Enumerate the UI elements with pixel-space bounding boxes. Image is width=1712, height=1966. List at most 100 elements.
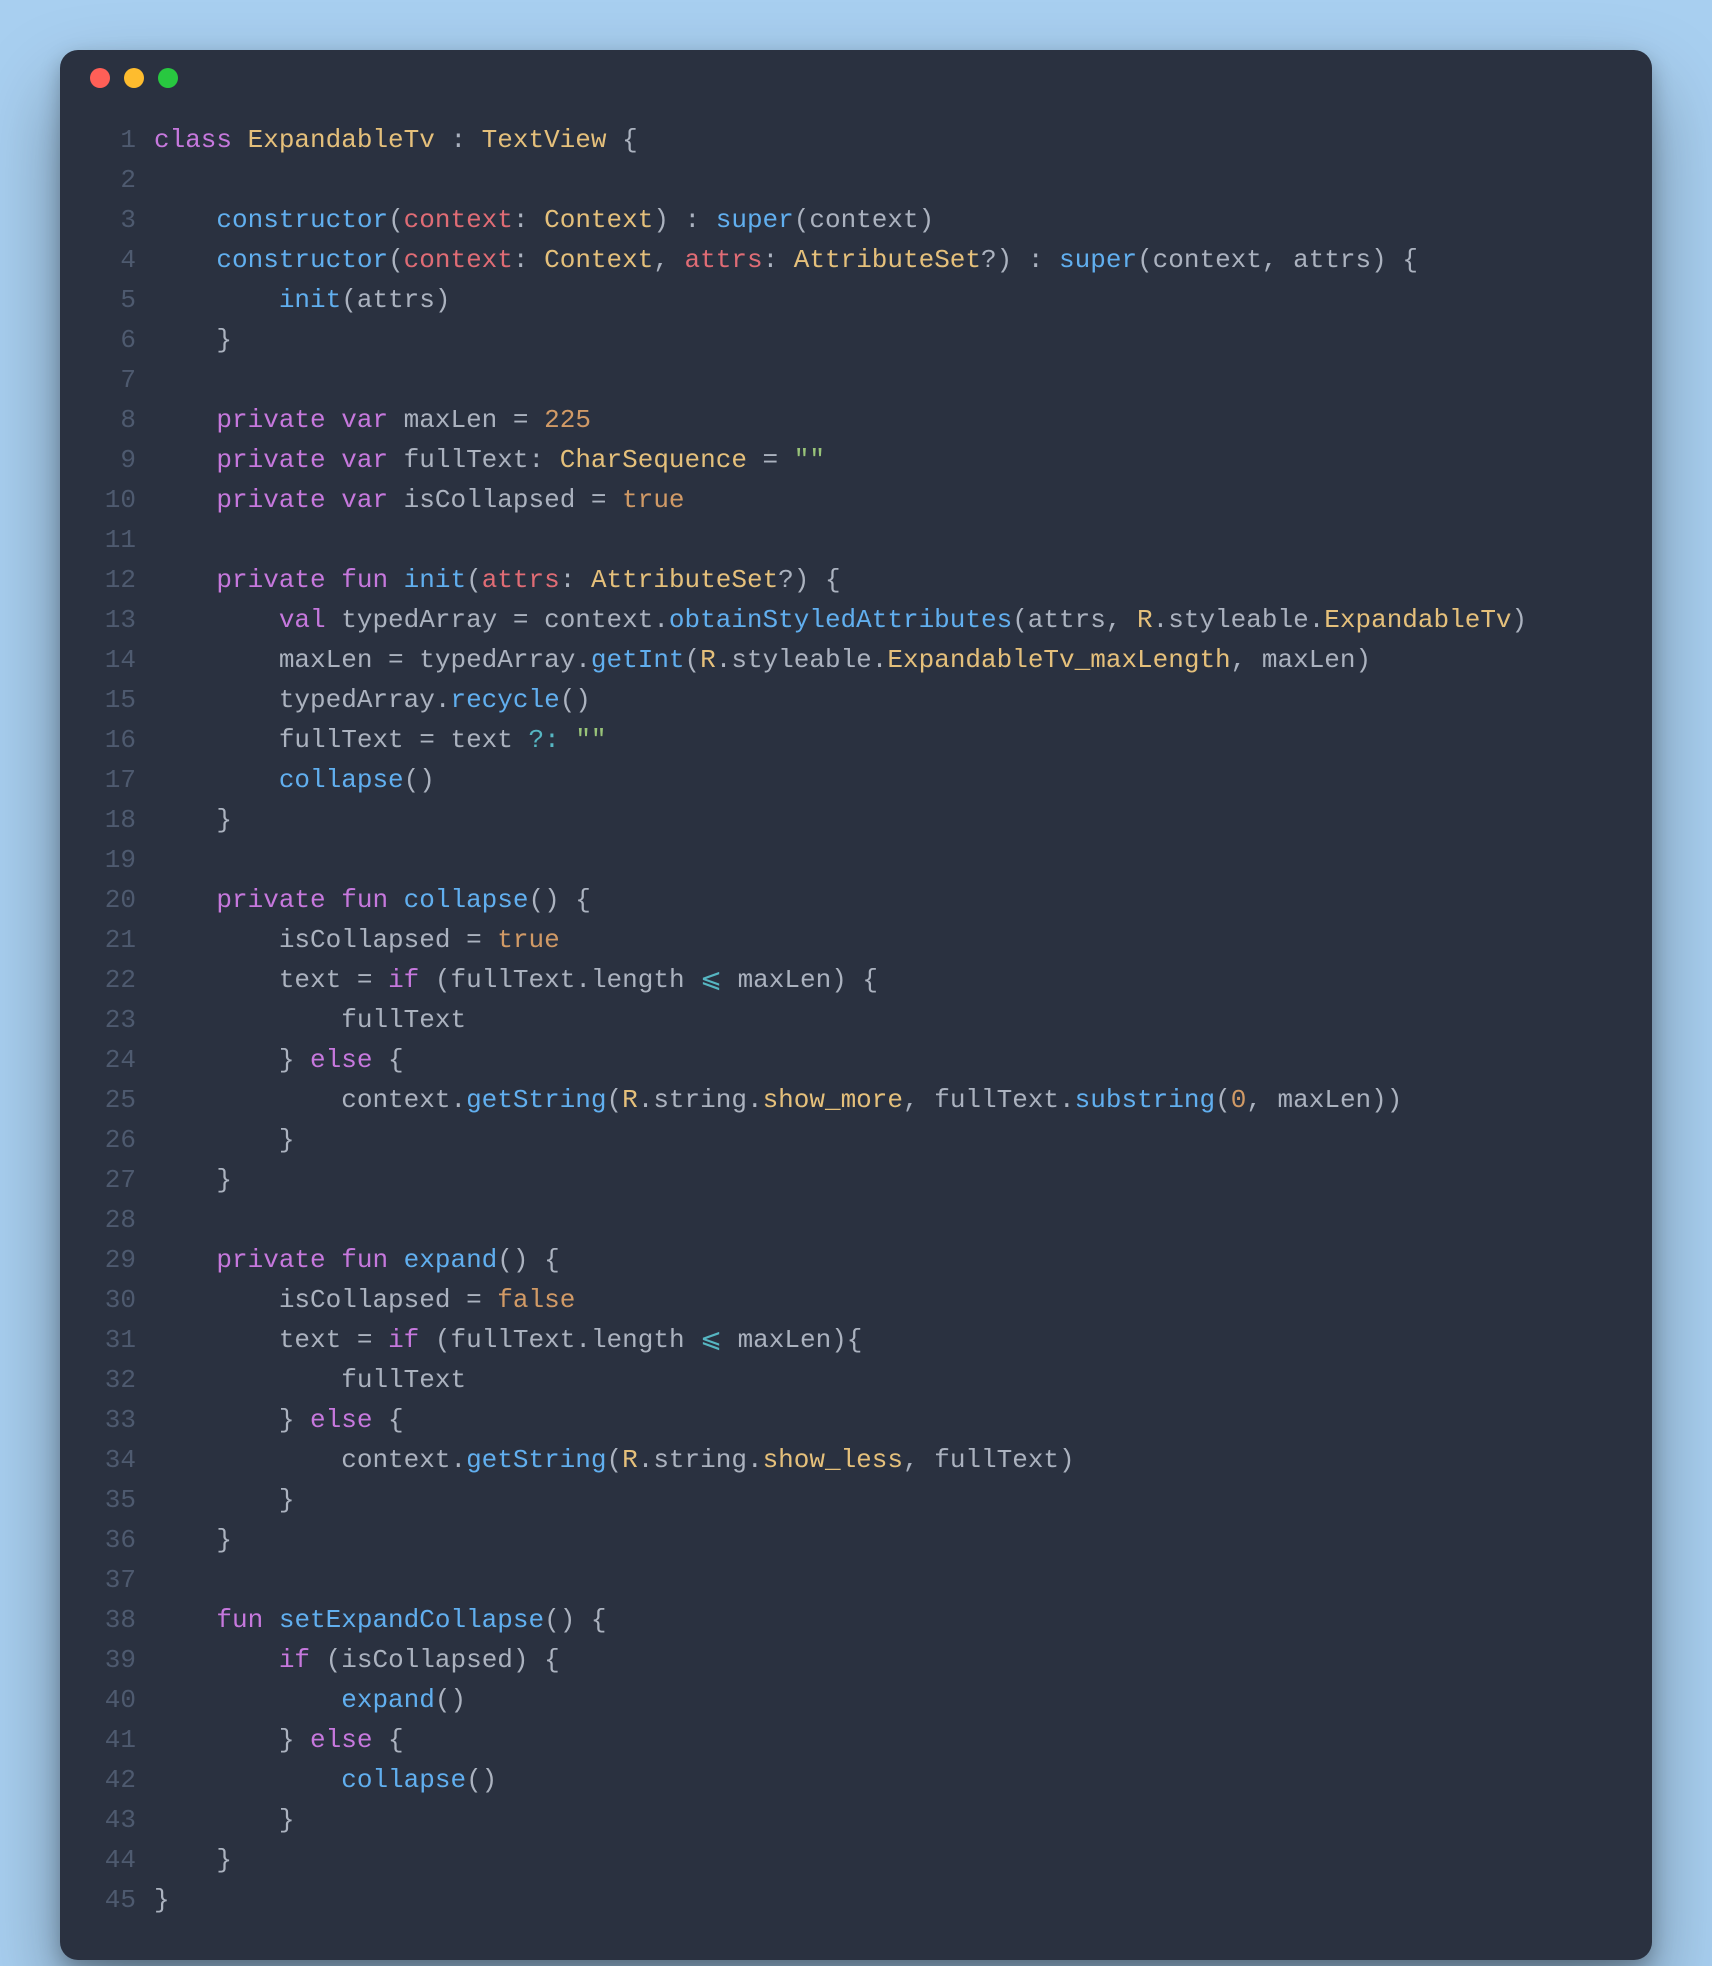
code-line[interactable]: 22 text = if (fullText.length ⩽ maxLen) … — [88, 960, 1624, 1000]
code-content: isCollapsed = true — [154, 920, 560, 960]
code-content: fun setExpandCollapse() { — [154, 1600, 607, 1640]
code-line[interactable]: 12 private fun init(attrs: AttributeSet?… — [88, 560, 1624, 600]
code-line[interactable]: 36 } — [88, 1520, 1624, 1560]
code-window: 1class ExpandableTv : TextView {2 3 cons… — [60, 50, 1652, 1960]
line-number: 2 — [88, 160, 154, 200]
code-content: } — [154, 1800, 294, 1840]
line-number: 40 — [88, 1680, 154, 1720]
code-content: private var isCollapsed = true — [154, 480, 685, 520]
code-content: init(attrs) — [154, 280, 450, 320]
code-line[interactable]: 16 fullText = text ?: "" — [88, 720, 1624, 760]
code-content — [154, 520, 170, 560]
code-line[interactable]: 38 fun setExpandCollapse() { — [88, 1600, 1624, 1640]
code-line[interactable]: 1class ExpandableTv : TextView { — [88, 120, 1624, 160]
code-content: if (isCollapsed) { — [154, 1640, 560, 1680]
code-line[interactable]: 19 — [88, 840, 1624, 880]
code-content: class ExpandableTv : TextView { — [154, 120, 638, 160]
code-line[interactable]: 33 } else { — [88, 1400, 1624, 1440]
code-line[interactable]: 3 constructor(context: Context) : super(… — [88, 200, 1624, 240]
code-content: collapse() — [154, 760, 435, 800]
line-number: 17 — [88, 760, 154, 800]
code-content: } — [154, 1120, 294, 1160]
code-line[interactable]: 9 private var fullText: CharSequence = "… — [88, 440, 1624, 480]
code-line[interactable]: 27 } — [88, 1160, 1624, 1200]
code-line[interactable]: 18 } — [88, 800, 1624, 840]
zoom-icon[interactable] — [158, 68, 178, 88]
code-line[interactable]: 2 — [88, 160, 1624, 200]
line-number: 26 — [88, 1120, 154, 1160]
code-content: } else { — [154, 1720, 404, 1760]
code-line[interactable]: 13 val typedArray = context.obtainStyled… — [88, 600, 1624, 640]
code-content: fullText = text ?: "" — [154, 720, 607, 760]
line-number: 15 — [88, 680, 154, 720]
code-line[interactable]: 21 isCollapsed = true — [88, 920, 1624, 960]
code-line[interactable]: 10 private var isCollapsed = true — [88, 480, 1624, 520]
line-number: 43 — [88, 1800, 154, 1840]
code-line[interactable]: 37 — [88, 1560, 1624, 1600]
code-content: constructor(context: Context, attrs: Att… — [154, 240, 1418, 280]
code-content: } — [154, 320, 232, 360]
code-content: private fun collapse() { — [154, 880, 591, 920]
code-line[interactable]: 24 } else { — [88, 1040, 1624, 1080]
code-line[interactable]: 23 fullText — [88, 1000, 1624, 1040]
code-line[interactable]: 40 expand() — [88, 1680, 1624, 1720]
code-content: private var fullText: CharSequence = "" — [154, 440, 825, 480]
code-content: context.getString(R.string.show_less, fu… — [154, 1440, 1075, 1480]
code-line[interactable]: 14 maxLen = typedArray.getInt(R.styleabl… — [88, 640, 1624, 680]
code-content — [154, 160, 170, 200]
code-line[interactable]: 39 if (isCollapsed) { — [88, 1640, 1624, 1680]
line-number: 23 — [88, 1000, 154, 1040]
code-line[interactable]: 29 private fun expand() { — [88, 1240, 1624, 1280]
code-line[interactable]: 17 collapse() — [88, 760, 1624, 800]
code-line[interactable]: 8 private var maxLen = 225 — [88, 400, 1624, 440]
code-line[interactable]: 26 } — [88, 1120, 1624, 1160]
code-line[interactable]: 42 collapse() — [88, 1760, 1624, 1800]
code-content: context.getString(R.string.show_more, fu… — [154, 1080, 1402, 1120]
line-number: 22 — [88, 960, 154, 1000]
code-content: } — [154, 1160, 232, 1200]
code-line[interactable]: 5 init(attrs) — [88, 280, 1624, 320]
code-content: fullText — [154, 1360, 466, 1400]
code-line[interactable]: 32 fullText — [88, 1360, 1624, 1400]
minimize-icon[interactable] — [124, 68, 144, 88]
code-line[interactable]: 6 } — [88, 320, 1624, 360]
line-number: 36 — [88, 1520, 154, 1560]
code-editor[interactable]: 1class ExpandableTv : TextView {2 3 cons… — [60, 106, 1652, 1960]
line-number: 34 — [88, 1440, 154, 1480]
code-content: private fun expand() { — [154, 1240, 560, 1280]
code-content: } — [154, 1880, 170, 1920]
code-content: } else { — [154, 1040, 404, 1080]
code-line[interactable]: 7 — [88, 360, 1624, 400]
code-line[interactable]: 44 } — [88, 1840, 1624, 1880]
code-line[interactable]: 34 context.getString(R.string.show_less,… — [88, 1440, 1624, 1480]
code-line[interactable]: 25 context.getString(R.string.show_more,… — [88, 1080, 1624, 1120]
code-content: val typedArray = context.obtainStyledAtt… — [154, 600, 1527, 640]
code-content: } — [154, 800, 232, 840]
line-number: 24 — [88, 1040, 154, 1080]
code-line[interactable]: 20 private fun collapse() { — [88, 880, 1624, 920]
code-line[interactable]: 35 } — [88, 1480, 1624, 1520]
line-number: 16 — [88, 720, 154, 760]
window-titlebar — [60, 50, 1652, 106]
code-line[interactable]: 4 constructor(context: Context, attrs: A… — [88, 240, 1624, 280]
code-line[interactable]: 15 typedArray.recycle() — [88, 680, 1624, 720]
line-number: 42 — [88, 1760, 154, 1800]
code-line[interactable]: 45} — [88, 1880, 1624, 1920]
code-line[interactable]: 28 — [88, 1200, 1624, 1240]
code-content: expand() — [154, 1680, 466, 1720]
code-line[interactable]: 41 } else { — [88, 1720, 1624, 1760]
code-content: constructor(context: Context) : super(co… — [154, 200, 934, 240]
code-line[interactable]: 31 text = if (fullText.length ⩽ maxLen){ — [88, 1320, 1624, 1360]
close-icon[interactable] — [90, 68, 110, 88]
code-line[interactable]: 11 — [88, 520, 1624, 560]
line-number: 6 — [88, 320, 154, 360]
code-line[interactable]: 30 isCollapsed = false — [88, 1280, 1624, 1320]
code-line[interactable]: 43 } — [88, 1800, 1624, 1840]
code-content — [154, 1200, 170, 1240]
line-number: 5 — [88, 280, 154, 320]
code-content: } else { — [154, 1400, 404, 1440]
line-number: 35 — [88, 1480, 154, 1520]
line-number: 30 — [88, 1280, 154, 1320]
line-number: 4 — [88, 240, 154, 280]
code-content: } — [154, 1840, 232, 1880]
